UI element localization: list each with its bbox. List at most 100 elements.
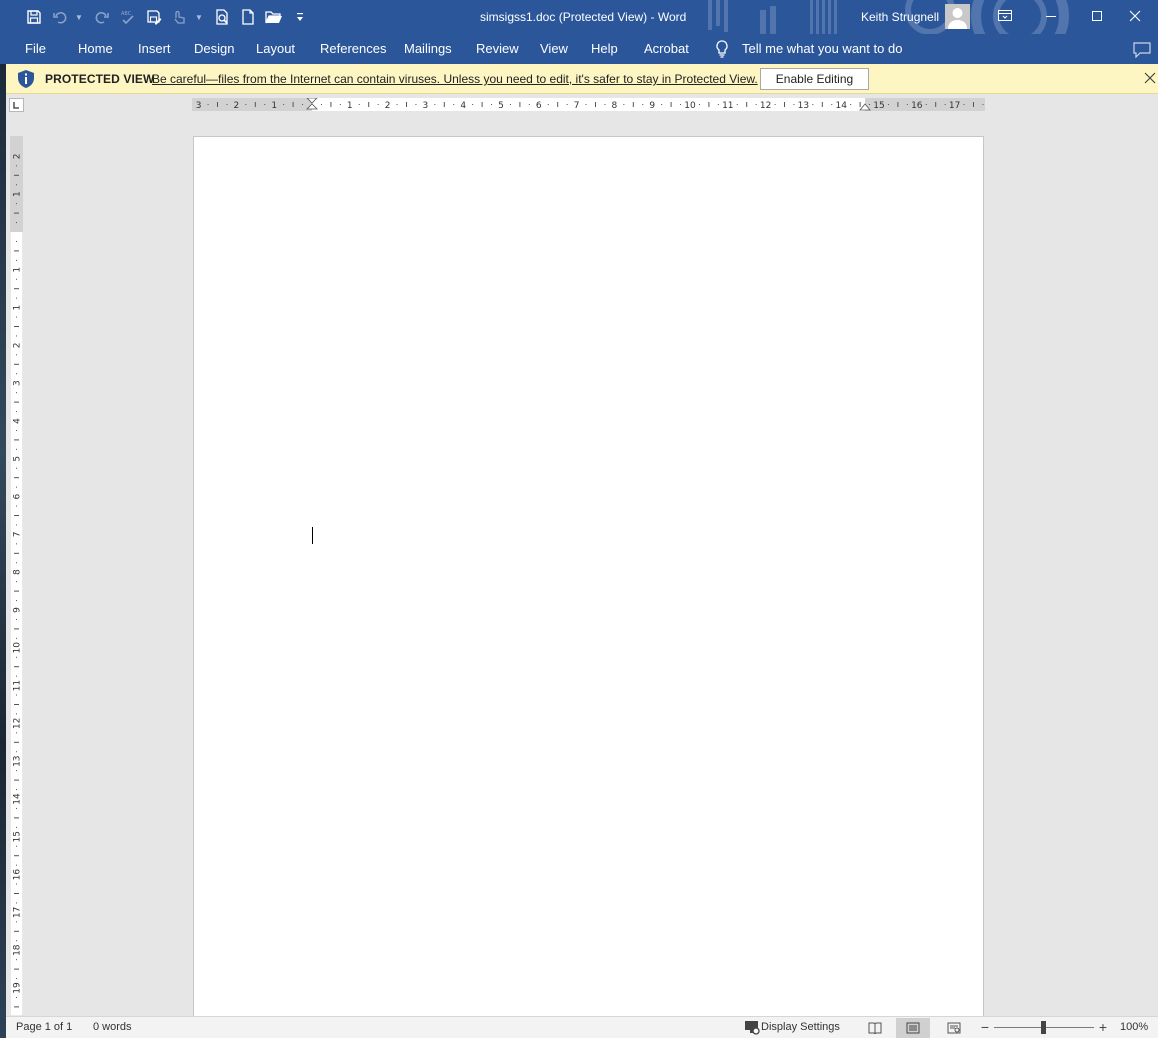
tab-view[interactable]: View: [540, 41, 568, 56]
lightbulb-icon[interactable]: [714, 40, 730, 58]
ruler-tick: [14, 401, 19, 403]
user-silhouette-icon: [948, 8, 967, 29]
close-window-button[interactable]: [1112, 0, 1158, 32]
ruler-tick: [755, 104, 757, 105]
customize-toolbar-icon[interactable]: [288, 6, 312, 28]
web-layout-button[interactable]: [937, 1018, 971, 1038]
zoom-in-button[interactable]: +: [1096, 1019, 1110, 1035]
word-count[interactable]: 0 words: [93, 1021, 132, 1033]
ruler-tick: [14, 250, 19, 252]
open-folder-icon[interactable]: [262, 6, 286, 28]
tab-help[interactable]: Help: [591, 41, 618, 56]
ruler-tick: [16, 467, 17, 469]
ruler-tick: [16, 978, 17, 980]
close-message-bar-icon[interactable]: [1143, 71, 1157, 85]
ruler-label: 11: [13, 680, 23, 691]
enable-editing-button[interactable]: Enable Editing: [760, 68, 869, 90]
avatar[interactable]: [945, 4, 970, 29]
ruler-tick: [16, 562, 17, 564]
ruler-tick: [14, 212, 19, 214]
ribbon-display-options-button[interactable]: [982, 0, 1028, 32]
read-mode-button[interactable]: [858, 1018, 892, 1038]
protected-view-message-link[interactable]: Be careful—files from the Internet can c…: [152, 72, 758, 86]
display-settings-label[interactable]: Display Settings: [761, 1021, 840, 1033]
comments-icon[interactable]: [1133, 42, 1151, 58]
ruler-tick: [16, 543, 17, 545]
ruler-label: 1: [13, 191, 23, 197]
svg-text:ABC: ABC: [121, 11, 132, 17]
undo-dropdown-icon[interactable]: ▼: [74, 6, 84, 28]
save-as-icon[interactable]: [142, 6, 166, 28]
ruler-label: 7: [574, 101, 580, 111]
redo-icon[interactable]: [90, 6, 114, 28]
ruler-label: 3: [423, 101, 429, 111]
ruler-tick: [245, 104, 247, 105]
ruler-tick: [16, 940, 17, 942]
tell-me-search[interactable]: Tell me what you want to do: [742, 41, 902, 56]
ruler-label: 10: [684, 101, 696, 111]
ruler-tick: [642, 104, 644, 105]
ruler-label: 16: [13, 869, 23, 881]
tab-acrobat[interactable]: Acrobat: [644, 41, 689, 56]
ruler-tick: [358, 104, 360, 105]
print-layout-icon: [906, 1022, 920, 1034]
print-layout-button[interactable]: [896, 1018, 930, 1038]
document-page[interactable]: [193, 136, 984, 1026]
ruler-tick: [16, 411, 17, 413]
minimize-button[interactable]: [1028, 0, 1074, 32]
ruler-tick: [16, 222, 17, 224]
ruler-tick: [509, 104, 511, 105]
horizontal-ruler[interactable]: 3 2 1 1 2 3 4 5 6 7 8 9 10 11 12 13 14 15 16 17: [192, 98, 985, 111]
save-icon[interactable]: [22, 6, 46, 28]
ruler-tick: [14, 552, 19, 554]
ribbon-display-icon: [998, 10, 1012, 21]
ruler-label: 1: [13, 305, 23, 311]
ruler-tick: [982, 104, 984, 105]
tab-references[interactable]: References: [320, 41, 386, 56]
display-settings-icon[interactable]: [744, 1020, 760, 1035]
ruler-tick: [736, 104, 738, 105]
ruler-tick: [14, 1006, 19, 1008]
ruler-tick: [14, 968, 19, 970]
ruler-tick: [717, 104, 719, 105]
ruler-label: 4: [13, 418, 23, 424]
ruler-tick: [963, 104, 965, 105]
ruler-tick: [283, 104, 285, 105]
zoom-out-button[interactable]: −: [978, 1019, 992, 1035]
ruler-label: 2: [13, 343, 23, 349]
ruler-label: 8: [13, 569, 23, 575]
touch-mode-icon[interactable]: [168, 6, 192, 28]
user-name[interactable]: Keith Strugnell: [861, 10, 939, 24]
ruler-tick: [396, 104, 398, 105]
tab-insert[interactable]: Insert: [138, 41, 171, 56]
page-count[interactable]: Page 1 of 1: [16, 1021, 72, 1033]
tab-mailings[interactable]: Mailings: [404, 41, 452, 56]
ruler-label: 9: [13, 607, 23, 613]
tab-design[interactable]: Design: [194, 41, 234, 56]
tab-stop-selector[interactable]: [9, 98, 24, 112]
ruler-tick: [16, 751, 17, 753]
print-preview-icon[interactable]: [210, 6, 234, 28]
tab-file[interactable]: File: [25, 41, 46, 56]
ruler-tick: [16, 240, 17, 242]
web-layout-icon: [947, 1022, 961, 1034]
zoom-slider-thumb[interactable]: [1041, 1021, 1046, 1034]
touch-mode-dropdown-icon[interactable]: ▼: [194, 6, 204, 28]
tab-home[interactable]: Home: [78, 41, 113, 56]
new-document-icon[interactable]: [236, 6, 260, 28]
quick-access-toolbar: ▼ ABC ▼: [22, 6, 314, 28]
ruler-tick: [14, 893, 19, 894]
zoom-level[interactable]: 100%: [1120, 1021, 1148, 1033]
ruler-tick: [434, 104, 436, 105]
ruler-tick: [14, 174, 19, 176]
spelling-check-icon[interactable]: ABC: [116, 6, 140, 28]
ruler-tick: [850, 104, 852, 105]
undo-icon[interactable]: [48, 6, 72, 28]
tab-review[interactable]: Review: [476, 41, 519, 56]
close-icon: [1129, 10, 1141, 22]
ruler-label: 6: [536, 101, 542, 111]
vertical-ruler[interactable]: 2111234567891011121314151617181920: [10, 136, 23, 1016]
protected-view-bar: PROTECTED VIEW Be careful—files from the…: [6, 64, 1158, 94]
tab-layout[interactable]: Layout: [256, 41, 295, 56]
ruler-tick: [14, 439, 19, 441]
